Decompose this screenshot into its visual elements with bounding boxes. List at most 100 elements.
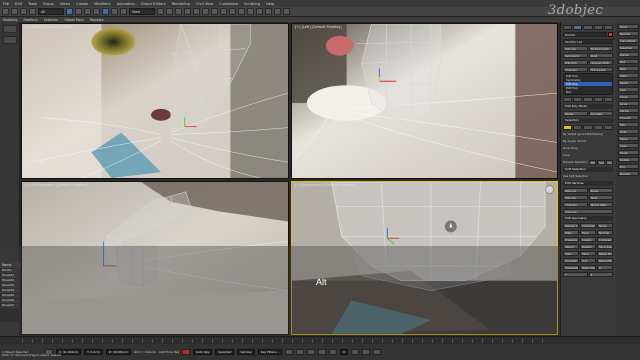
menu-tools[interactable]: Tools bbox=[25, 2, 40, 6]
select-object-icon[interactable] bbox=[66, 8, 73, 15]
quickslice-button[interactable]: QuickSlice bbox=[563, 257, 579, 263]
rotate-icon[interactable] bbox=[111, 8, 118, 15]
create-button[interactable]: Create bbox=[580, 236, 596, 242]
attach-button[interactable]: Attach bbox=[563, 243, 579, 249]
explorer-row[interactable]: Plane004 bbox=[1, 289, 19, 293]
next-frame-icon[interactable] bbox=[318, 349, 326, 355]
secondary-sub-object-button[interactable]: Sub-Object bbox=[618, 37, 639, 43]
rect-region-icon[interactable] bbox=[84, 8, 91, 15]
hierarchy-tab-icon[interactable] bbox=[583, 24, 593, 30]
menu-graph-editors[interactable]: Graph Editors bbox=[138, 2, 169, 6]
secondary-weld-button[interactable]: Weld bbox=[618, 72, 639, 78]
ribbon-tab-selection[interactable]: Selection bbox=[41, 18, 62, 22]
edge-button[interactable]: Edge bbox=[563, 229, 579, 235]
y-coordinate-field[interactable]: Y: 0.0cm bbox=[84, 349, 103, 355]
object-name-field[interactable]: Box001 bbox=[563, 31, 607, 37]
secondary-cap-button[interactable]: Cap bbox=[618, 86, 639, 92]
preview-selection-subobj[interactable]: SubObj bbox=[597, 159, 605, 165]
secondary-normal-button[interactable]: Normal bbox=[618, 30, 639, 36]
secondary-box-button[interactable]: Box bbox=[618, 58, 639, 64]
modifier-button-turbosmooth[interactable]: TurboSmooth bbox=[588, 45, 613, 51]
modifier-button-ffd-2x2x2[interactable]: FFD 2x2x2 bbox=[588, 66, 613, 72]
display-icon[interactable] bbox=[3, 36, 17, 44]
secondary-close-button[interactable]: Close bbox=[618, 93, 639, 99]
selection-option-loop[interactable]: Loop bbox=[563, 153, 570, 157]
tessellate-button[interactable]: Tessellate bbox=[563, 264, 579, 270]
modifier-button-unwrap-uvw[interactable]: Unwrap UVW bbox=[588, 59, 613, 65]
target-weld-button[interactable]: Target Weld bbox=[588, 201, 613, 207]
remove-button[interactable]: Remove bbox=[563, 187, 588, 193]
selection-option-grow[interactable]: Grow bbox=[563, 146, 570, 150]
cut-button[interactable]: Cut bbox=[580, 257, 596, 263]
menu-edit[interactable]: Edit bbox=[12, 2, 25, 6]
reset-plane-button[interactable]: Reset Plane bbox=[597, 250, 613, 256]
secondary-pivot-button[interactable]: Pivot bbox=[618, 23, 639, 29]
selection-option-ring[interactable]: Ring bbox=[571, 146, 577, 150]
undo-icon[interactable] bbox=[2, 8, 9, 15]
stack-item[interactable]: Box bbox=[564, 90, 612, 94]
model-button[interactable]: Model bbox=[563, 110, 588, 116]
menu-scripting[interactable]: Scripting bbox=[241, 2, 263, 6]
move-icon[interactable] bbox=[102, 8, 109, 15]
selection-option-shrink[interactable]: Shrink bbox=[577, 139, 586, 143]
secondary-shrink-button[interactable]: Shrink bbox=[618, 107, 639, 113]
display-tab-icon[interactable] bbox=[603, 24, 614, 30]
explorer-row[interactable]: Plane003 bbox=[1, 284, 19, 288]
reference-coord-dropdown[interactable]: View bbox=[129, 8, 155, 15]
menu-help[interactable]: Help bbox=[263, 2, 277, 6]
polygon-mode-icon[interactable] bbox=[593, 124, 603, 130]
explorer-row[interactable]: Plane005 bbox=[1, 294, 19, 298]
x-button[interactable]: X bbox=[597, 264, 613, 270]
zoom-extents-icon[interactable] bbox=[350, 349, 359, 355]
slice-plane-button[interactable]: Slice Plane bbox=[597, 243, 613, 249]
menu-create[interactable]: Create bbox=[73, 2, 91, 6]
connect-button[interactable]: Connect bbox=[563, 208, 613, 214]
section-edit-vertices[interactable]: Edit Vertices bbox=[563, 181, 613, 186]
menu-views[interactable]: Views bbox=[57, 2, 73, 6]
secondary-map-button[interactable]: Map bbox=[618, 65, 639, 71]
layer-manager-icon[interactable] bbox=[220, 8, 227, 15]
window-crossing-icon[interactable] bbox=[93, 8, 100, 15]
snap-toggle-icon[interactable] bbox=[166, 8, 173, 15]
constraints-button[interactable]: Constraints bbox=[580, 222, 596, 228]
secondary-copy-button[interactable]: Copy bbox=[618, 142, 639, 148]
align-icon[interactable] bbox=[211, 8, 218, 15]
split-button[interactable]: Split bbox=[563, 250, 579, 256]
material-editor-icon[interactable] bbox=[256, 8, 263, 15]
key-filters-button[interactable]: Key Filters... bbox=[257, 349, 282, 355]
spinner-snap-icon[interactable] bbox=[193, 8, 200, 15]
secondary-named-button[interactable]: Named bbox=[618, 170, 639, 176]
ribbon-tab-modeling[interactable]: Modeling bbox=[0, 18, 21, 22]
collapse-button[interactable]: Collapse bbox=[597, 236, 613, 242]
curve-editor-icon[interactable] bbox=[238, 8, 245, 15]
msmooth-button[interactable]: MSmooth bbox=[597, 257, 613, 263]
select-by-name-icon[interactable] bbox=[75, 8, 82, 15]
selection-option-by-angle[interactable]: By Angle: bbox=[563, 139, 576, 143]
ribbon-tab-freeform[interactable]: Freeform bbox=[21, 18, 41, 22]
z-coordinate-field[interactable]: Z: 40.461cm bbox=[105, 349, 131, 355]
unlink-icon[interactable] bbox=[29, 8, 36, 15]
menu-rendering[interactable]: Rendering bbox=[169, 2, 193, 6]
secondary-planar-button[interactable]: Planar bbox=[618, 51, 639, 57]
explorer-row[interactable]: Plane001 bbox=[1, 274, 19, 278]
timeline[interactable] bbox=[0, 336, 640, 344]
preserve-uvs-button[interactable]: Preserve UVs bbox=[563, 236, 579, 242]
secondary-show-button[interactable]: Show bbox=[618, 135, 639, 141]
auto-key-label[interactable]: Auto Key bbox=[193, 349, 213, 355]
slice-button[interactable]: Slice bbox=[580, 250, 596, 256]
modifier-button-symmetry[interactable]: Symmetry bbox=[563, 52, 588, 58]
border-mode-icon[interactable] bbox=[583, 124, 593, 130]
viewport-top-right[interactable]: [+] [Left] [Default Shading] bbox=[291, 23, 558, 179]
section-edit-poly-mode[interactable]: Edit Poly Mode bbox=[563, 104, 613, 109]
secondary-selected-button[interactable]: Selected bbox=[618, 44, 639, 50]
extrude-button[interactable]: Extrude bbox=[563, 194, 588, 200]
normal-button[interactable]: Normal bbox=[597, 229, 613, 235]
menu-modifiers[interactable]: Modifiers bbox=[91, 2, 113, 6]
render-icon[interactable] bbox=[283, 8, 290, 15]
goto-end-icon[interactable] bbox=[329, 349, 337, 355]
explorer-row[interactable]: Box001 bbox=[1, 269, 19, 273]
redo-icon[interactable] bbox=[11, 8, 18, 15]
play-icon[interactable] bbox=[307, 349, 315, 355]
make-planar-button[interactable]: Make Planar bbox=[580, 264, 596, 270]
viewport-label[interactable]: [+] [Orthographic] [Default Shading] bbox=[25, 183, 88, 187]
